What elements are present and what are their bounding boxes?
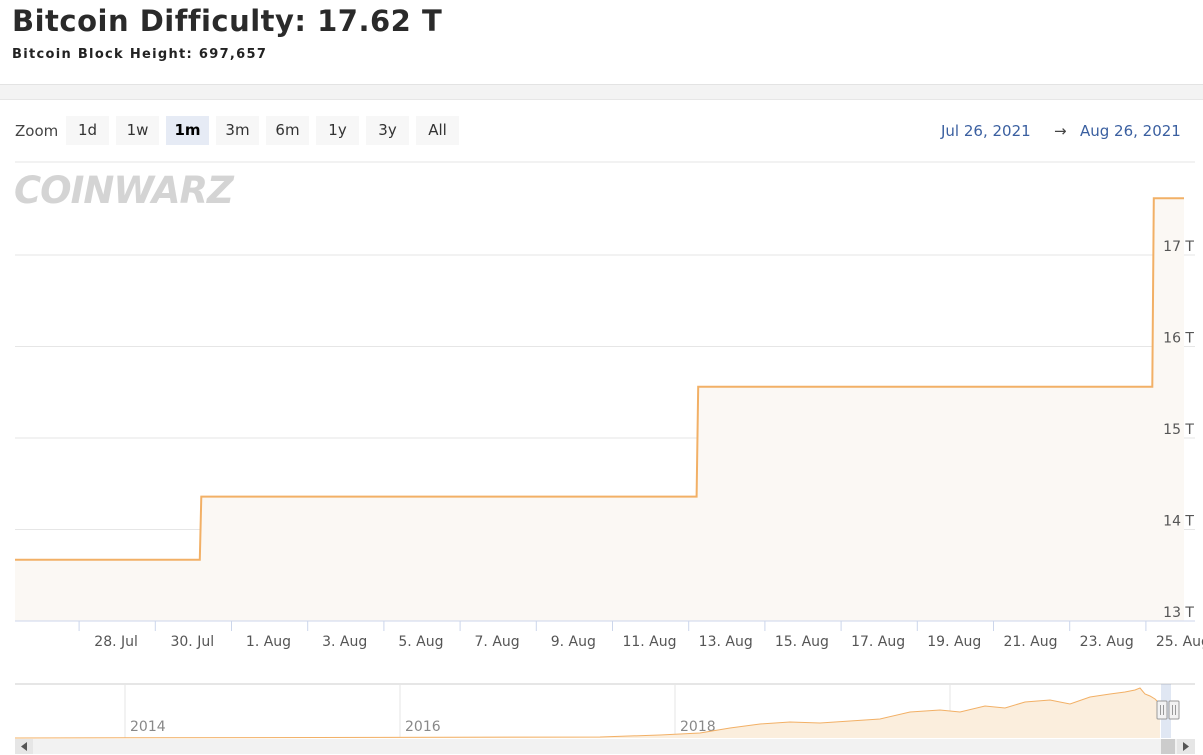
x-tick-label: 3. Aug — [322, 634, 367, 650]
x-tick-label: 13. Aug — [699, 634, 753, 650]
y-tick-label: 13 T — [1163, 605, 1194, 621]
x-tick-label: 19. Aug — [927, 634, 981, 650]
x-axis-ticks: 28. Jul 30. Jul 1. Aug 3. Aug 5. Aug 7. Aug 9.… — [78, 621, 1203, 650]
y-tick-label: 15 T — [1163, 422, 1194, 438]
series-area-fill — [15, 198, 1184, 622]
coinwarz-watermark: COINWARZ — [14, 169, 235, 212]
navigator[interactable]: 2014201620182020 — [14, 683, 1195, 739]
navigator-handle-left[interactable] — [1156, 700, 1168, 720]
x-tick-label: 1. Aug — [246, 634, 291, 650]
navigator-tick-label: 2016 — [405, 719, 441, 735]
x-tick-label: 9. Aug — [551, 634, 596, 650]
x-tick-label: 11. Aug — [622, 634, 676, 650]
x-tick-label: 30. Jul — [170, 634, 214, 650]
y-tick-label: 14 T — [1163, 514, 1194, 530]
x-tick-label: 28. Jul — [94, 634, 138, 650]
navigator-handle-right[interactable] — [1168, 700, 1180, 720]
x-tick-label: 7. Aug — [475, 634, 520, 650]
y-tick-label: 17 T — [1163, 239, 1194, 255]
x-tick-label: 15. Aug — [775, 634, 829, 650]
x-tick-label: 23. Aug — [1080, 634, 1134, 650]
x-tick-label: 21. Aug — [1003, 634, 1057, 650]
difficulty-chart: COINWARZ 28. Jul 30. Jul 1. Aug 3. Aug 5. Au… — [14, 161, 1203, 754]
x-tick-label: 5. Aug — [398, 634, 443, 650]
scrollbar[interactable] — [15, 739, 1195, 754]
x-tick-label: 25. Aug — [1156, 634, 1203, 650]
x-tick-label: 17. Aug — [851, 634, 905, 650]
navigator-tick-label: 2014 — [130, 719, 166, 735]
scrollbar-track[interactable] — [15, 739, 1195, 754]
y-tick-label: 16 T — [1163, 331, 1194, 347]
scrollbar-thumb[interactable] — [1161, 739, 1175, 754]
